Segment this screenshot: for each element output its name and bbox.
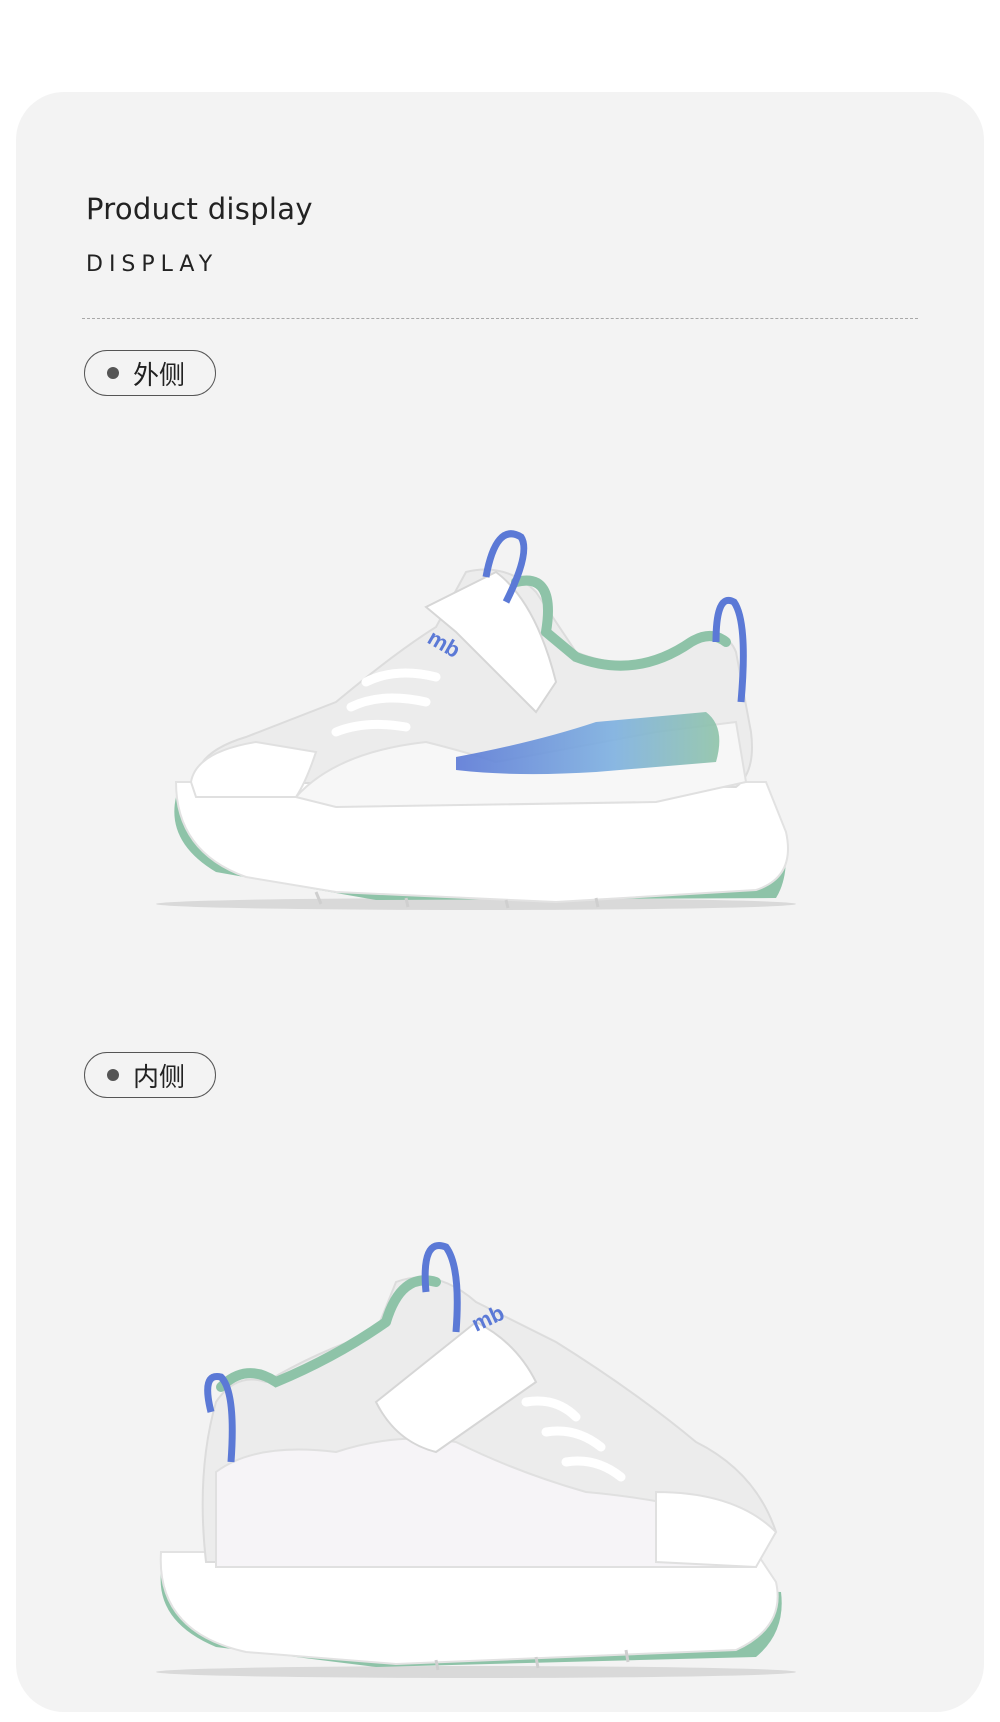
sneaker-inner-illustration: mb — [156, 1242, 796, 1678]
product-display-card: Product display DISPLAY 外侧 mb 内侧 mb — [16, 92, 984, 1712]
bullet-dot-icon — [107, 367, 119, 379]
bullet-dot-icon — [107, 1069, 119, 1081]
section-subtitle: DISPLAY — [86, 252, 219, 277]
view-tag-label: 内侧 — [133, 1062, 186, 1093]
view-tag-label: 外侧 — [133, 360, 186, 391]
section-title: Product display — [86, 192, 313, 226]
product-image-inner-side: mb — [136, 1172, 876, 1722]
view-tag-outer: 外侧 — [84, 350, 216, 396]
dashed-divider — [82, 318, 918, 319]
view-tag-inner: 内侧 — [84, 1052, 216, 1098]
product-image-outer-side: mb — [136, 452, 876, 952]
sneaker-outer-illustration: mb — [156, 530, 796, 910]
